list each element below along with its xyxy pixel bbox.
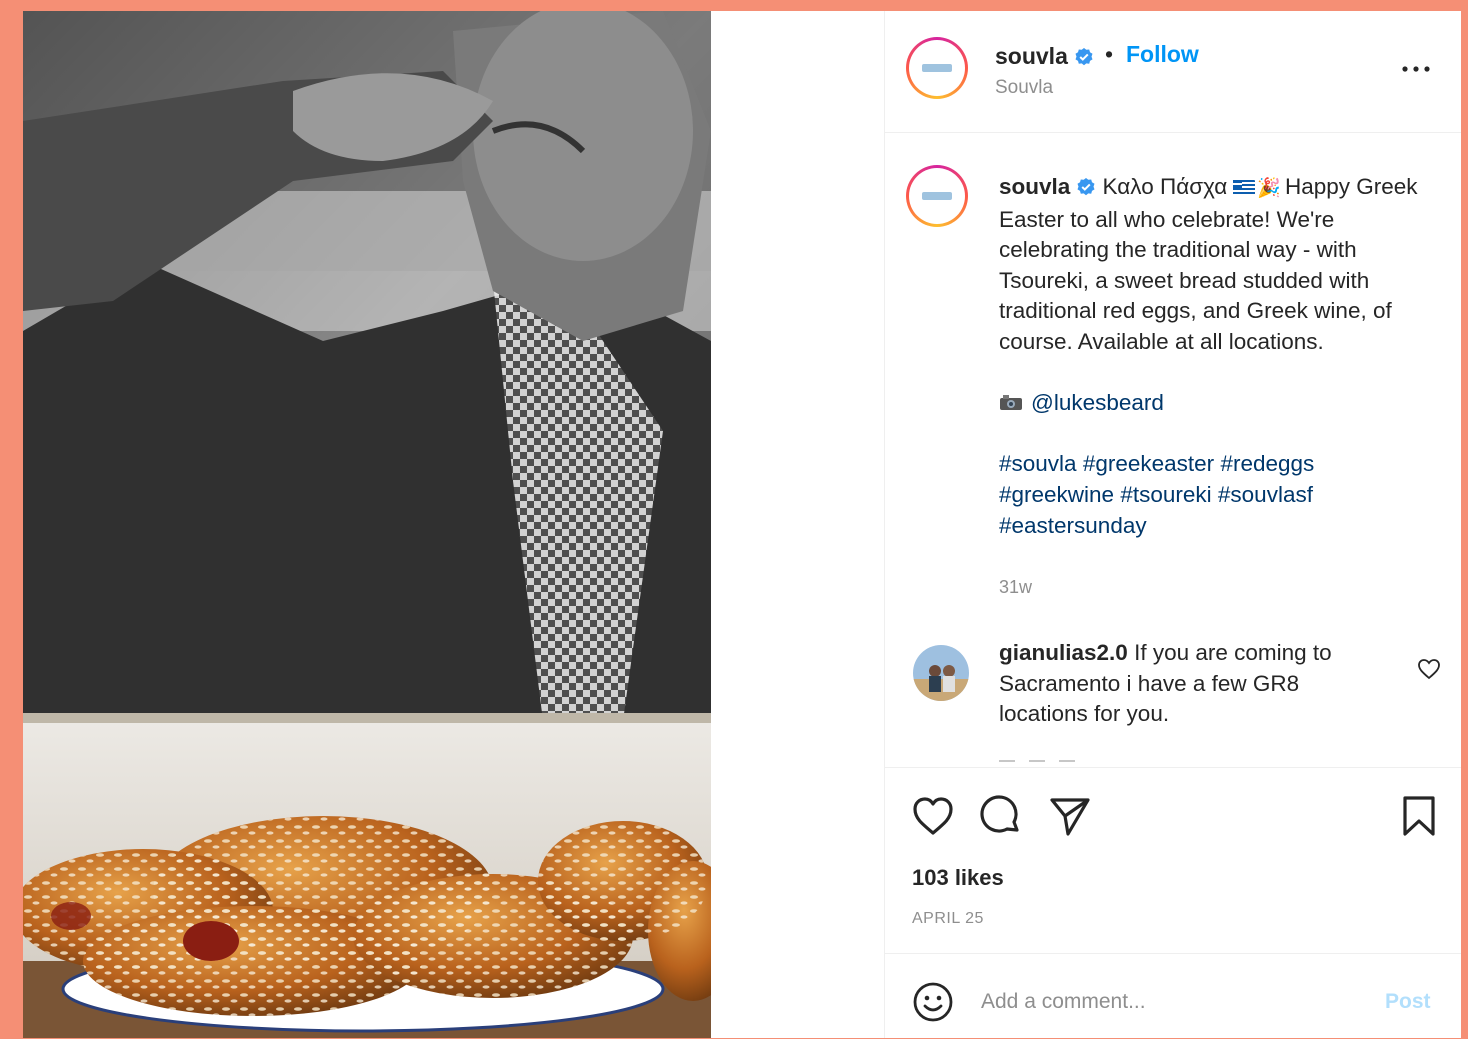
follow-button[interactable]: Follow (1126, 41, 1199, 68)
verified-badge-icon (1077, 178, 1095, 196)
comment-input[interactable] (981, 984, 1361, 1020)
souvla-logo (922, 192, 952, 200)
camera-icon (1000, 395, 1022, 411)
hashtag-list: #souvla #greekeaster #redeggs #greekwine… (999, 449, 1429, 541)
photo-tsoureki-image (23, 11, 711, 1038)
comments-scroll-area[interactable]: souvla Καλο Πάσχα 🎉 Happy Greek Easter to … (885, 133, 1461, 767)
profile-username[interactable]: souvla (995, 43, 1094, 70)
send-paper-plane-icon[interactable] (1048, 794, 1092, 838)
caption-avatar[interactable] (906, 165, 968, 227)
commenter-avatar[interactable] (913, 645, 969, 701)
post-date[interactable]: APRIL 25 (912, 910, 984, 928)
caption-greeting: Καλο Πάσχα (1102, 174, 1228, 199)
souvla-logo (922, 64, 952, 72)
header-separator: • (1105, 41, 1114, 67)
post-actions: 103 likes APRIL 25 (885, 767, 1461, 953)
caption-username[interactable]: souvla (999, 174, 1070, 199)
comment-like-heart-icon[interactable] (1417, 658, 1441, 680)
hashtag-link[interactable]: #souvlasf (1218, 482, 1313, 507)
profile-avatar[interactable] (906, 37, 968, 99)
more-options-icon[interactable] (1398, 57, 1434, 81)
caption-body: Happy Greek Easter to all who celebrate!… (999, 174, 1418, 354)
comment-username[interactable]: gianulias2.0 (999, 640, 1128, 665)
like-count[interactable]: 103 likes (912, 865, 1004, 891)
verified-badge-icon (1075, 48, 1093, 66)
hashtag-link[interactable]: #eastersunday (999, 513, 1147, 538)
post-side-panel: souvla • Follow Souvla souvla Καλο Πάσχα… (884, 11, 1461, 1038)
hashtag-link[interactable]: #redeggs (1220, 451, 1314, 476)
photo-credit-link[interactable]: @lukesbeard (1031, 390, 1164, 415)
photo-letterbox (711, 11, 884, 1038)
profile-subtitle: Souvla (995, 77, 1054, 98)
caption-text: souvla Καλο Πάσχα 🎉 Happy Greek Easter to … (999, 172, 1429, 541)
heart-icon[interactable] (911, 794, 955, 838)
bookmark-icon[interactable] (1397, 794, 1441, 838)
add-comment-bar: Post (885, 953, 1461, 1039)
caption-timestamp[interactable]: 31w (999, 577, 1032, 598)
hashtag-link[interactable]: #tsoureki (1120, 482, 1211, 507)
hashtag-link[interactable]: #greekwine (999, 482, 1114, 507)
emoji-smiley-icon[interactable] (912, 981, 954, 1023)
comment-bubble-icon[interactable] (979, 794, 1023, 838)
comment-item: gianulias2.0 If you are coming to Sacram… (999, 638, 1379, 730)
party-popper-icon: 🎉 (1257, 178, 1281, 199)
hashtag-link[interactable]: #greekeaster (1083, 451, 1214, 476)
post-photo[interactable] (23, 11, 711, 1038)
post-comment-button[interactable]: Post (1385, 990, 1431, 1014)
truncated-content-hint (999, 760, 1075, 762)
hashtag-link[interactable]: #souvla (999, 451, 1077, 476)
post-header: souvla • Follow Souvla (885, 11, 1461, 133)
greek-flag-icon (1233, 180, 1256, 195)
username-text[interactable]: souvla (995, 43, 1068, 69)
